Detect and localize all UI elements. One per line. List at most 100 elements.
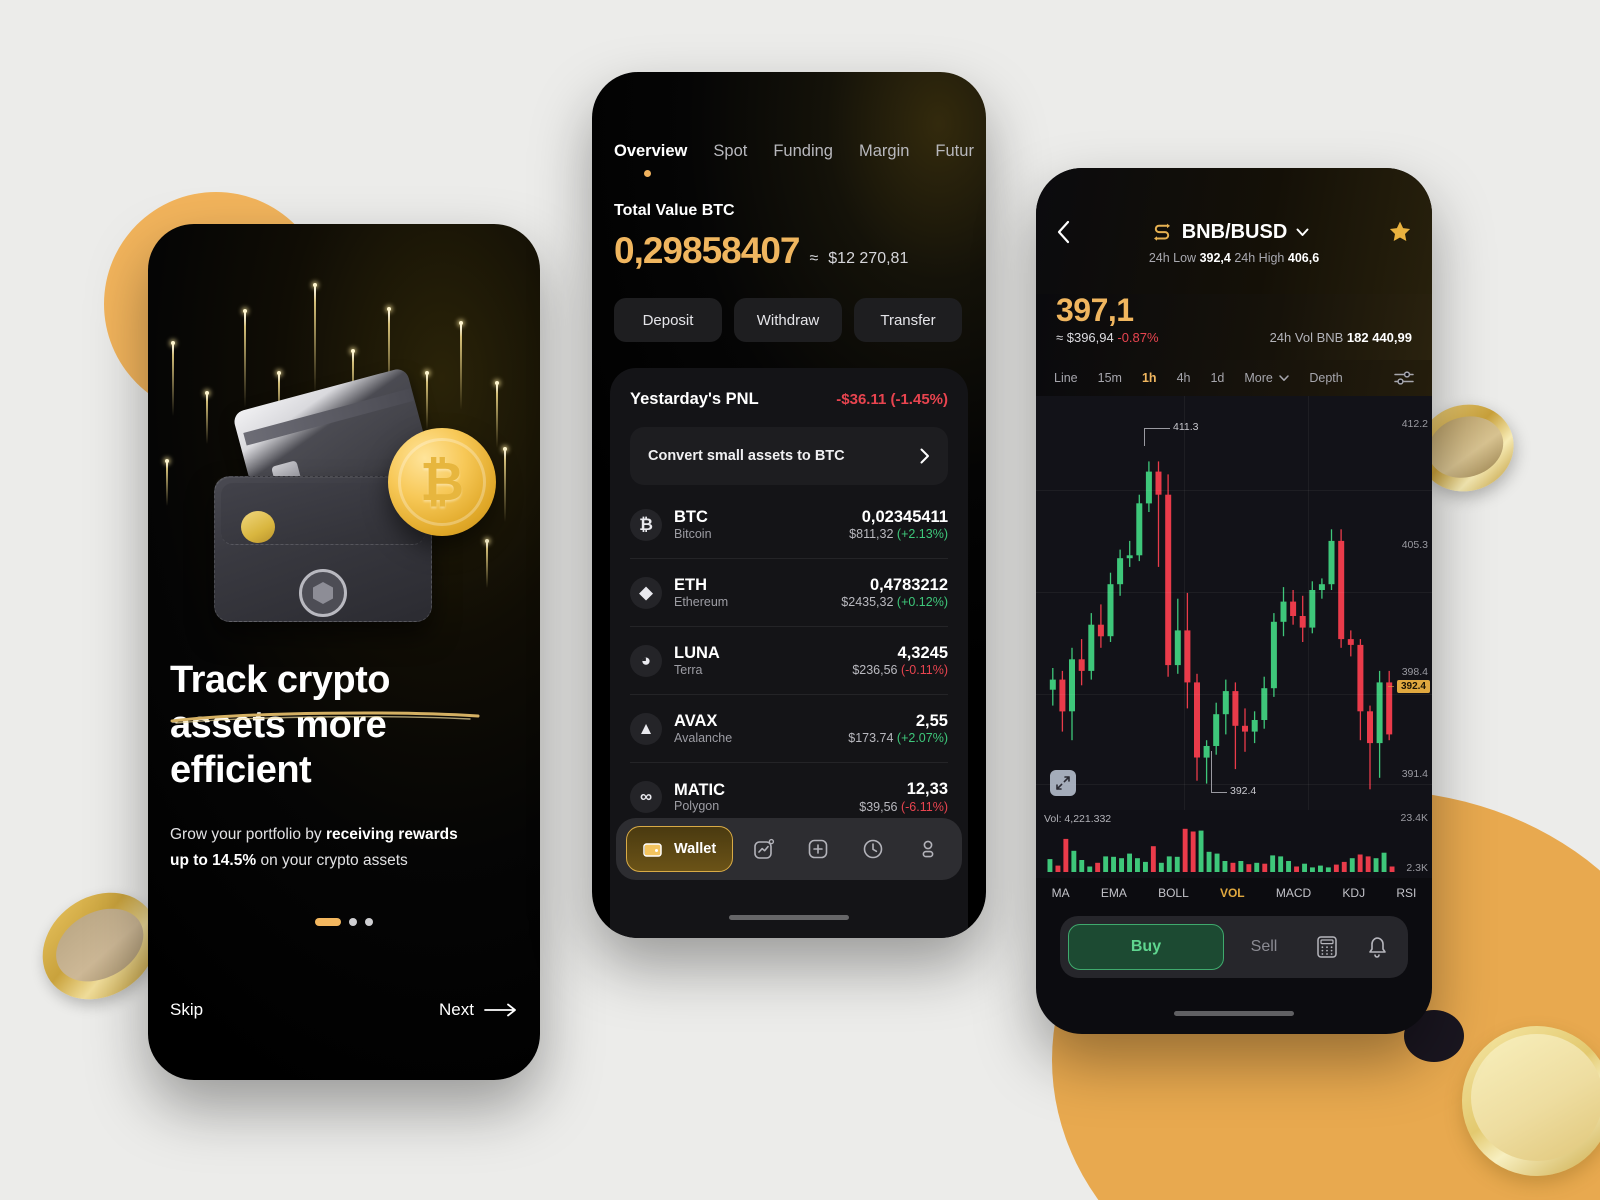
calculator-button[interactable] <box>1304 935 1350 959</box>
asset-name: Terra <box>674 662 703 677</box>
price-alert-button[interactable] <box>1354 935 1400 959</box>
tool-1d[interactable]: 1d <box>1210 371 1224 385</box>
asset-fiat: $173.74 (+2.07%) <box>848 731 948 745</box>
favorite-star-icon[interactable] <box>1388 220 1412 244</box>
pagination-dots[interactable] <box>315 918 373 926</box>
indicator-ema[interactable]: EMA <box>1101 886 1127 900</box>
convert-small-assets-button[interactable]: Convert small assets to BTC <box>630 427 948 485</box>
quick-actions: Deposit Withdraw Transfer <box>614 298 962 342</box>
asset-symbol: BTC <box>674 508 708 527</box>
vol-value: 182 440,99 <box>1346 329 1412 345</box>
list-item[interactable]: ▲ AVAX Avalanche 2,55 $173.74 (+2.07%) <box>630 695 948 763</box>
indicator-vol[interactable]: VOL <box>1220 886 1245 900</box>
asset-list: ₿ BTC Bitcoin 0,02345411 $811,32 (+2.13%… <box>630 491 948 831</box>
indicator-macd[interactable]: MACD <box>1276 886 1311 900</box>
tool-depth[interactable]: Depth <box>1309 371 1342 385</box>
tab-futures[interactable]: Futur <box>935 142 974 161</box>
low-annotation-leader <box>1211 792 1227 793</box>
skip-button[interactable]: Skip <box>170 1000 203 1020</box>
indicator-kdj[interactable]: KDJ <box>1342 886 1365 900</box>
decor-coin-bottom-right <box>1462 1026 1600 1176</box>
asset-change: (+2.13%) <box>896 527 948 542</box>
nav-item-markets[interactable] <box>739 837 788 861</box>
nav-item-profile[interactable] <box>903 837 952 861</box>
plus-icon <box>808 839 828 859</box>
trading-pair-selector[interactable]: BNB/BUSD <box>1151 221 1310 244</box>
low-high-row: 24h Low 392,4 24h High 406,6 <box>1056 251 1412 265</box>
price-axis-tick-2: 398.4 <box>1401 666 1428 678</box>
chart-icon <box>753 838 774 859</box>
asset-name: Avalanche <box>674 730 733 745</box>
wallet-icon <box>643 843 662 857</box>
list-item[interactable]: ₿ BTC Bitcoin 0,02345411 $811,32 (+2.13%… <box>630 491 948 559</box>
home-indicator <box>729 915 849 920</box>
asset-change: (-0.11%) <box>900 663 948 678</box>
sell-button[interactable]: Sell <box>1228 938 1300 956</box>
eth-icon: ◆ <box>630 576 662 609</box>
expand-icon <box>1056 776 1070 790</box>
tab-funding[interactable]: Funding <box>773 142 833 161</box>
current-price-line <box>1388 686 1394 687</box>
trade-action-bar: Buy Sell <box>1060 916 1408 978</box>
subtext-part-3: up to 14.5% <box>170 851 257 869</box>
pagination-dot-2[interactable] <box>349 918 357 926</box>
candlestick-chart[interactable]: 412.2 405.3 398.4 391.4 411.3 392.4 392.… <box>1036 396 1432 810</box>
swap-icon <box>1153 223 1170 241</box>
list-item[interactable]: ◕ LUNA Terra 4,3245 $236,56 (-0.11%) <box>630 627 948 695</box>
nav-item-wallet[interactable]: Wallet <box>626 826 734 872</box>
price-axis-tick-1: 405.3 <box>1401 539 1428 551</box>
active-tab-indicator <box>644 170 651 177</box>
price-axis-tick-0: 412.2 <box>1401 418 1428 430</box>
indicator-boll[interactable]: BOLL <box>1158 886 1189 900</box>
chevron-down-icon <box>1296 228 1309 236</box>
next-button[interactable]: Next <box>439 1000 518 1020</box>
withdraw-button[interactable]: Withdraw <box>734 298 842 342</box>
chart-settings-icon[interactable] <box>1394 370 1414 386</box>
bitcoin-coin-icon: ₿ <box>388 428 496 536</box>
deposit-button[interactable]: Deposit <box>614 298 722 342</box>
chevron-right-icon <box>920 448 929 464</box>
headline-line-1: Track crypto <box>170 659 391 701</box>
indicator-ma[interactable]: MA <box>1052 886 1070 900</box>
low-value: 392,4 <box>1199 251 1231 265</box>
asset-change: (+0.12%) <box>896 595 948 610</box>
indicator-rsi[interactable]: RSI <box>1396 886 1416 900</box>
nav-item-add[interactable] <box>794 837 843 861</box>
pnl-label: Yestarday's PNL <box>630 390 759 408</box>
tool-4h[interactable]: 4h <box>1177 371 1191 385</box>
luna-icon: ◕ <box>630 644 662 677</box>
current-price: 397,1 <box>1056 292 1134 328</box>
high-annotation-label: 411.3 <box>1173 421 1199 433</box>
tool-line[interactable]: Line <box>1054 371 1078 385</box>
nav-item-history[interactable] <box>849 837 898 861</box>
buy-button[interactable]: Buy <box>1068 924 1224 970</box>
transfer-button[interactable]: Transfer <box>854 298 962 342</box>
trading-pair-label: BNB/BUSD <box>1181 220 1288 243</box>
wallet-tabs: Overview Spot Funding Margin Futur <box>614 142 986 161</box>
total-value-label: Total Value BTC <box>614 202 735 219</box>
low-label: 24h Low <box>1148 251 1197 265</box>
list-item[interactable]: ◆ ETH Ethereum 0,4783212 $2435,32 (+0.12… <box>630 559 948 627</box>
person-icon <box>922 840 934 858</box>
onboarding-footer: Skip Next <box>170 1000 518 1020</box>
indicator-bar: MA EMA BOLL VOL MACD KDJ RSI <box>1036 878 1432 908</box>
asset-fiat: $2435,32 (+0.12%) <box>841 595 948 609</box>
back-arrow-icon[interactable] <box>1056 220 1072 244</box>
tool-more[interactable]: More <box>1244 371 1290 385</box>
tool-1h[interactable]: 1h <box>1142 371 1157 385</box>
tab-spot[interactable]: Spot <box>713 142 747 161</box>
price-change-pct: -0.87% <box>1117 329 1159 345</box>
asset-change: (-6.11%) <box>900 799 948 814</box>
tool-more-label: More <box>1244 371 1273 385</box>
sparkle-decor <box>148 224 540 1080</box>
tab-overview[interactable]: Overview <box>614 142 687 161</box>
convert-label: Convert small assets to BTC <box>648 448 845 464</box>
tab-margin[interactable]: Margin <box>859 142 909 161</box>
expand-chart-button[interactable] <box>1050 770 1076 796</box>
asset-amount: 0,4783212 <box>870 575 948 594</box>
asset-symbol: AVAX <box>674 712 718 731</box>
asset-amount: 2,55 <box>915 711 948 730</box>
tool-15m[interactable]: 15m <box>1098 371 1122 385</box>
pagination-dot-3[interactable] <box>365 918 373 926</box>
pagination-dot-1[interactable] <box>315 918 341 926</box>
